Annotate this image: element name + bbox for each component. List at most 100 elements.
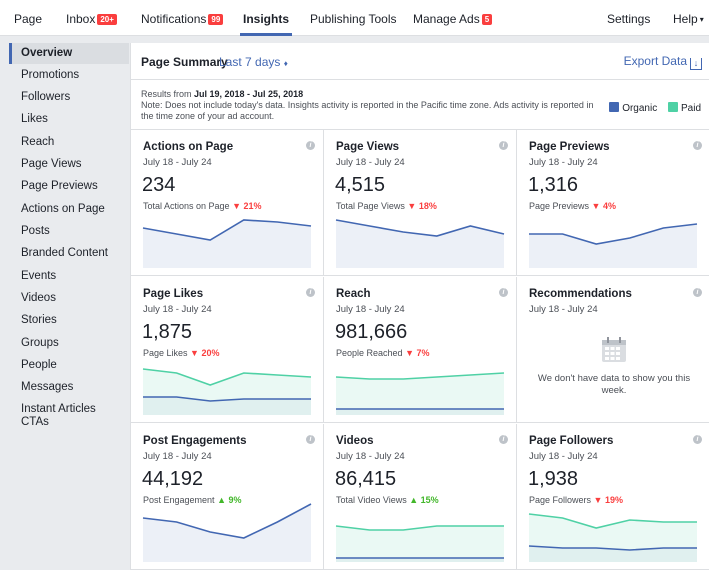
card-title[interactable]: Page Views bbox=[336, 141, 399, 153]
legend-paid: Paid bbox=[667, 102, 701, 114]
info-icon[interactable]: i bbox=[693, 288, 702, 297]
info-icon[interactable]: i bbox=[693, 141, 702, 150]
card-date-range: July 18 - July 24 bbox=[143, 304, 212, 315]
metric-card-page-previews[interactable]: Page Previews i July 18 - July 24 1,316 Page… bbox=[517, 130, 709, 276]
sidebar-item-groups[interactable]: Groups bbox=[9, 333, 129, 354]
metric-caption: Total Actions on Page ▼ 21% bbox=[143, 201, 262, 211]
summary-bar: Page Summary Last 7 days ♦ Export Data ↓ bbox=[131, 43, 709, 80]
card-title[interactable]: Videos bbox=[336, 435, 374, 447]
tab-page[interactable]: Page bbox=[14, 0, 42, 36]
change-indicator: ▼ 4% bbox=[592, 201, 616, 211]
timezone-note: Note: Does not include today's data. Ins… bbox=[141, 100, 594, 121]
tab-settings[interactable]: Settings bbox=[607, 0, 650, 36]
metric-caption: Page Previews ▼ 4% bbox=[529, 201, 616, 211]
tab-inbox[interactable]: Inbox 20+ bbox=[66, 0, 117, 36]
results-prefix: Results from bbox=[141, 89, 195, 99]
sidebar-item-instant-articles-ctas[interactable]: Instant Articles CTAs bbox=[9, 400, 109, 434]
info-icon[interactable]: i bbox=[499, 435, 508, 444]
tab-label: Manage Ads bbox=[413, 12, 480, 26]
export-data-button[interactable]: Export Data ↓ bbox=[624, 54, 702, 70]
info-icon[interactable]: i bbox=[306, 435, 315, 444]
card-title[interactable]: Page Likes bbox=[143, 288, 203, 300]
sidebar-item-messages[interactable]: Messages bbox=[9, 377, 129, 398]
change-percent: 9% bbox=[228, 495, 242, 505]
sidebar-item-page-views[interactable]: Page Views bbox=[9, 154, 129, 175]
change-percent: 19% bbox=[604, 495, 623, 505]
card-date-range: July 18 - July 24 bbox=[529, 157, 598, 168]
arrow-down-icon: ▼ bbox=[593, 495, 603, 505]
sidebar-item-overview[interactable]: Overview bbox=[9, 43, 129, 64]
manage-ads-count-badge: 5 bbox=[481, 14, 493, 25]
results-note: Results from Jul 19, 2018 - Jul 25, 2018… bbox=[141, 89, 601, 122]
metric-caption-label: Page Followers bbox=[529, 495, 592, 505]
export-label: Export Data bbox=[623, 54, 687, 68]
sidebar-item-people[interactable]: People bbox=[9, 355, 129, 376]
metric-card-actions-on-page[interactable]: Actions on Page i July 18 - July 24 234 Tota… bbox=[131, 130, 324, 276]
sidebar-item-promotions[interactable]: Promotions bbox=[9, 65, 129, 86]
sidebar-item-reach[interactable]: Reach bbox=[9, 132, 129, 153]
card-title[interactable]: Post Engagements bbox=[143, 435, 247, 447]
change-percent: 18% bbox=[418, 201, 437, 211]
info-icon[interactable]: i bbox=[306, 288, 315, 297]
legend-organic-label: Organic bbox=[622, 103, 658, 114]
tab-label: Notifications bbox=[141, 12, 207, 26]
metric-card-page-likes[interactable]: Page Likes i July 18 - July 24 1,875 Page Li… bbox=[131, 277, 324, 423]
tab-manage-ads[interactable]: Manage Ads 5 bbox=[413, 0, 493, 36]
arrow-up-icon: ▲ bbox=[409, 495, 419, 505]
card-title[interactable]: Actions on Page bbox=[143, 141, 233, 153]
date-range-dropdown[interactable]: Last 7 days ♦ bbox=[219, 55, 288, 69]
sidebar-item-likes[interactable]: Likes bbox=[9, 109, 129, 130]
metric-value: 981,666 bbox=[335, 321, 408, 343]
sparkline-chart bbox=[335, 372, 505, 415]
sparkline-chart bbox=[335, 219, 505, 268]
organic-series-area bbox=[143, 220, 311, 268]
tab-insights[interactable]: Insights bbox=[239, 0, 293, 36]
metric-value: 86,415 bbox=[335, 468, 397, 490]
sidebar-item-actions-on-page[interactable]: Actions on Page bbox=[9, 199, 129, 220]
metric-value: 1,938 bbox=[528, 468, 579, 490]
metric-value: 1,316 bbox=[528, 174, 579, 196]
sidebar-item-branded-content[interactable]: Branded Content bbox=[9, 243, 129, 264]
arrow-up-icon: ▲ bbox=[217, 495, 226, 505]
info-icon[interactable]: i bbox=[499, 141, 508, 150]
metric-caption: Total Video Views ▲ 15% bbox=[336, 495, 439, 505]
top-nav: Page Inbox 20+ Notifications 99 Insights P… bbox=[0, 0, 709, 36]
insights-main: Page Summary Last 7 days ♦ Export Data ↓ … bbox=[130, 43, 709, 570]
arrow-down-icon: ▼ bbox=[232, 201, 241, 211]
metric-card-recommendations[interactable]: Recommendations i July 18 - July 24 We don'… bbox=[517, 277, 709, 423]
tab-notifications[interactable]: Notifications 99 bbox=[141, 0, 224, 36]
tab-help[interactable]: Help ▾ bbox=[673, 0, 704, 36]
metric-card-reach[interactable]: Reach i July 18 - July 24 981,666 People Rea… bbox=[324, 277, 517, 423]
sidebar-item-videos[interactable]: Videos bbox=[9, 288, 129, 309]
card-title[interactable]: Page Previews bbox=[529, 141, 610, 153]
card-title[interactable]: Reach bbox=[336, 288, 371, 300]
sidebar-item-page-previews[interactable]: Page Previews bbox=[9, 176, 129, 197]
date-range-label: Last 7 days bbox=[219, 55, 281, 69]
metric-card-page-views[interactable]: Page Views i July 18 - July 24 4,515 Total P… bbox=[324, 130, 517, 276]
change-indicator: ▼ 21% bbox=[232, 201, 261, 211]
metric-card-page-followers[interactable]: Page Followers i July 18 - July 24 1,938 Pag… bbox=[517, 424, 709, 570]
change-percent: 7% bbox=[416, 348, 430, 358]
sparkline-chart bbox=[142, 219, 312, 268]
change-indicator: ▼ 18% bbox=[407, 201, 436, 211]
card-title[interactable]: Recommendations bbox=[529, 288, 632, 300]
metric-cards-grid: Actions on Page i July 18 - July 24 234 Tota… bbox=[131, 129, 709, 570]
paid-swatch bbox=[667, 102, 678, 112]
sidebar-item-followers[interactable]: Followers bbox=[9, 87, 129, 108]
info-icon[interactable]: i bbox=[499, 288, 508, 297]
info-icon[interactable]: i bbox=[693, 435, 702, 444]
tab-publishing-tools[interactable]: Publishing Tools bbox=[310, 0, 397, 36]
sparkline-chart bbox=[142, 503, 312, 562]
metric-card-post-engagements[interactable]: Post Engagements i July 18 - July 24 44,192… bbox=[131, 424, 324, 570]
card-title[interactable]: Page Followers bbox=[529, 435, 613, 447]
sidebar-item-events[interactable]: Events bbox=[9, 266, 129, 287]
info-icon[interactable]: i bbox=[306, 141, 315, 150]
organic-series-area bbox=[143, 504, 311, 562]
tab-label: Inbox bbox=[66, 12, 96, 26]
metric-caption: Post Engagement ▲ 9% bbox=[143, 495, 242, 505]
legend-paid-label: Paid bbox=[680, 103, 701, 114]
sidebar-item-posts[interactable]: Posts bbox=[9, 221, 129, 242]
arrow-down-icon: ▼ bbox=[190, 348, 199, 358]
metric-card-videos[interactable]: Videos i July 18 - July 24 86,415 Total Vide… bbox=[324, 424, 517, 570]
sidebar-item-stories[interactable]: Stories bbox=[9, 310, 129, 331]
